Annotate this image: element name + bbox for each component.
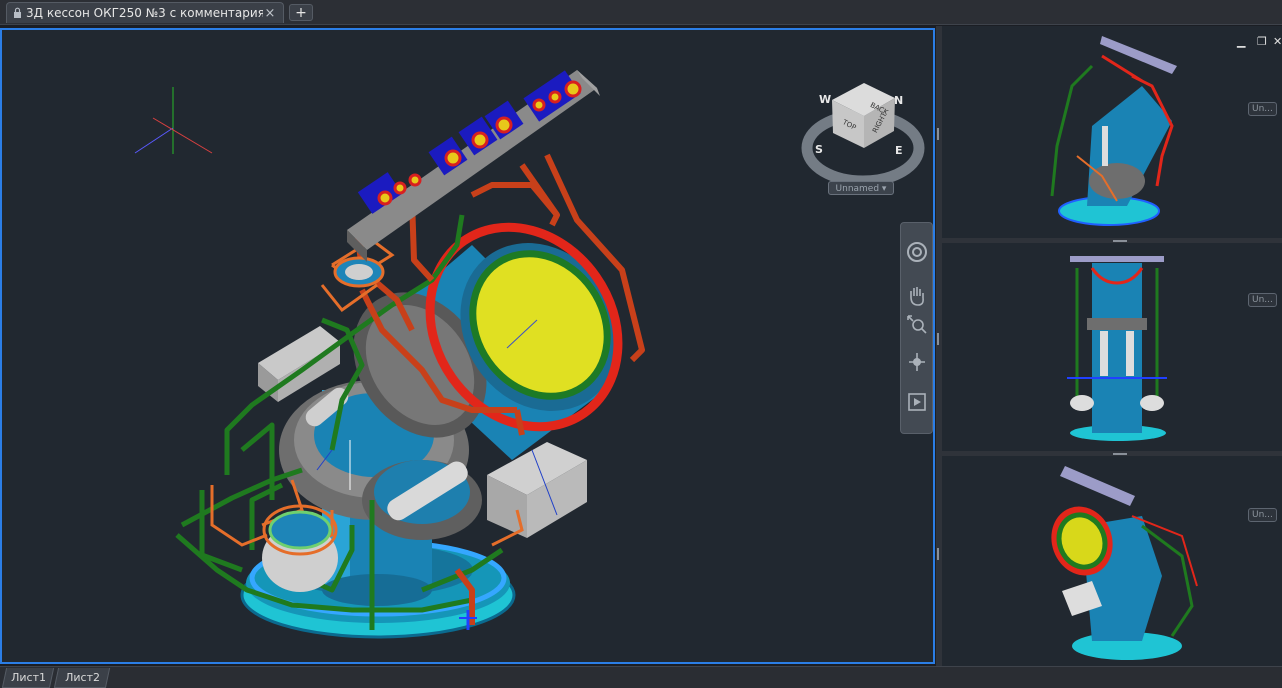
- compass-s: S: [815, 143, 823, 156]
- document-tab[interactable]: 3Д кессон ОКГ250 №3 с комментариями ×: [6, 2, 284, 23]
- navigation-bar: [900, 222, 933, 434]
- bracket-flanges: [357, 70, 582, 214]
- splitter-grip: [937, 128, 939, 140]
- new-tab-button[interactable]: +: [289, 4, 313, 21]
- zoom-icon[interactable]: [905, 313, 929, 335]
- ucs-menu-label: Unnamed: [835, 184, 880, 194]
- compass-e: E: [895, 144, 903, 157]
- ucs-menu-label-view-1[interactable]: Un...: [1248, 102, 1277, 116]
- splitter-grip: [1113, 453, 1127, 455]
- grey-block-right: [487, 442, 587, 538]
- restore-icon[interactable]: ❐: [1257, 35, 1267, 48]
- showmotion-icon[interactable]: [905, 391, 929, 413]
- model-drawing-view-1: [1050, 36, 1177, 226]
- compass-w: W: [819, 93, 831, 106]
- splitter-grip: [937, 333, 939, 345]
- model-drawing-view-3: [1051, 466, 1198, 660]
- layout-tab-bar: Лист1 Лист2: [0, 666, 1282, 688]
- splitter-grip: [1113, 240, 1127, 242]
- document-tab-bar: 3Д кессон ОКГ250 №3 с комментариями × +: [0, 0, 1282, 25]
- steering-wheel-icon[interactable]: [905, 241, 929, 263]
- splitter-grip: [937, 548, 939, 560]
- ucs-menu-button[interactable]: Unnamed ▾: [828, 181, 894, 195]
- ucs-axis-icon: [134, 87, 213, 154]
- close-icon[interactable]: ✕: [1273, 35, 1282, 48]
- side-viewport-2[interactable]: Un...: [942, 243, 1282, 451]
- side-viewport-3[interactable]: Un...: [942, 456, 1282, 666]
- close-icon[interactable]: ×: [263, 6, 277, 21]
- layout-tab-list1[interactable]: Лист1: [1, 668, 55, 688]
- compass-n: N: [894, 94, 903, 107]
- layout-tab-label: Лист1: [10, 671, 46, 684]
- model-drawing-view-2: [1067, 256, 1167, 441]
- minimize-icon[interactable]: ▁: [1237, 35, 1245, 48]
- orbit-icon[interactable]: [905, 351, 929, 373]
- pan-hand-icon[interactable]: [905, 285, 929, 307]
- layout-tab-list2[interactable]: Лист2: [53, 668, 111, 688]
- lock-icon: [14, 7, 21, 18]
- document-tab-title: 3Д кессон ОКГ250 №3 с комментариями: [26, 6, 263, 20]
- main-viewport[interactable]: BACK TOP RIGHT S E N W: [0, 28, 935, 664]
- model-drawing: BACK TOP RIGHT S E N W: [134, 70, 925, 639]
- side-viewport-1[interactable]: Un...: [942, 26, 1282, 238]
- ucs-menu-label-view-3[interactable]: Un...: [1248, 508, 1277, 522]
- layout-tab-label: Лист2: [64, 671, 100, 684]
- ucs-menu-label-view-2[interactable]: Un...: [1248, 293, 1277, 307]
- viewcube[interactable]: BACK TOP RIGHT S E N W: [801, 83, 925, 187]
